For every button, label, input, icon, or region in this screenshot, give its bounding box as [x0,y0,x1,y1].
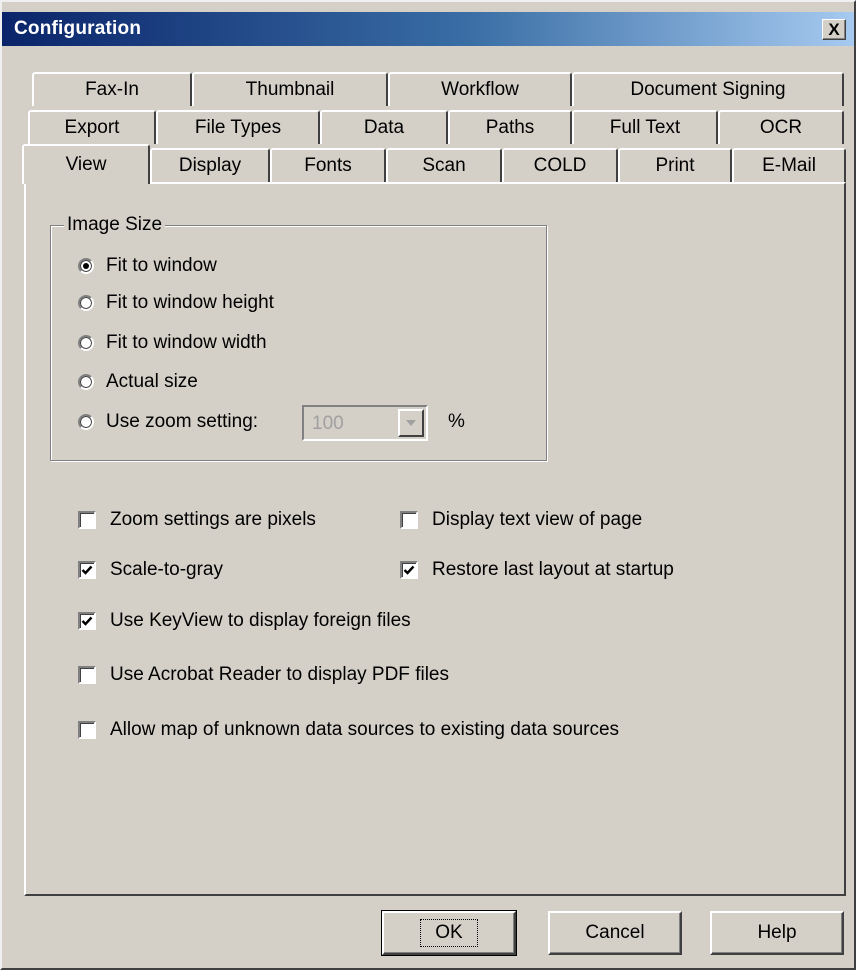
image-size-legend: Image Size [64,214,166,236]
checkmark-icon [403,565,415,575]
checkbox-label: Scale-to-gray [110,559,223,580]
tab-label: Print [655,155,695,176]
tab-paths[interactable]: Paths [448,110,572,144]
tab-label: OCR [759,117,803,138]
zoom-setting-combobox[interactable]: 100 [302,405,428,441]
close-icon: X [828,20,840,39]
radio-label: Fit to window [106,255,217,276]
checkbox-label: Display text view of page [432,509,643,530]
radio-label: Actual size [106,371,198,392]
tab-email[interactable]: E-Mail [732,148,846,182]
radio-selected-dot [83,263,89,269]
tab-thumbnail[interactable]: Thumbnail [192,72,388,106]
checkbox-label: Zoom settings are pixels [110,509,316,530]
checkbox-display-text-view[interactable]: Display text view of page [400,509,642,531]
tab-file-types[interactable]: File Types [156,110,320,144]
checkbox-label: Use Acrobat Reader to display PDF files [110,664,449,685]
cancel-button[interactable]: Cancel [548,911,682,955]
tab-fonts[interactable]: Fonts [270,148,386,182]
radio-button[interactable] [78,258,94,274]
configuration-dialog: Configuration X Fax-In Thumbnail Workflo… [0,0,856,970]
checkbox-map-unknown-data-sources[interactable]: Allow map of unknown data sources to exi… [78,719,619,741]
tab-label: File Types [194,117,282,138]
checkbox[interactable] [78,666,96,684]
tab-row-3: View Display Fonts Scan COLD Print E-Mai… [2,144,854,184]
checkmark-icon [81,565,93,575]
radio-label: Fit to window height [106,292,274,313]
tab-label: Export [64,117,120,138]
cancel-button-label: Cancel [585,922,645,943]
radio-button[interactable] [78,335,94,351]
tab-label: Workflow [441,79,519,100]
checkbox[interactable] [78,511,96,529]
radio-button[interactable] [78,374,94,390]
checkbox[interactable] [400,511,418,529]
checkbox-label: Use KeyView to display foreign files [110,610,411,631]
radio-actual-size[interactable]: Actual size [78,371,198,393]
window-title: Configuration [14,18,142,39]
tab-ocr[interactable]: OCR [718,110,844,144]
tab-row-1: Fax-In Thumbnail Workflow Document Signi… [2,72,854,106]
checkbox-acrobat-reader[interactable]: Use Acrobat Reader to display PDF files [78,664,449,686]
tab-label: COLD [533,155,587,176]
tab-export[interactable]: Export [28,110,156,144]
checkbox[interactable] [78,721,96,739]
radio-fit-to-window-width[interactable]: Fit to window width [78,332,267,354]
tab-label: View [65,154,107,175]
tab-display[interactable]: Display [150,148,270,182]
checkbox-label: Restore last layout at startup [432,559,674,580]
zoom-percent-label: % [448,411,465,432]
tab-view[interactable]: View [22,144,150,184]
tab-row-2: Export File Types Data Paths Full Text O… [2,110,854,144]
tab-label: Fonts [304,155,352,176]
tab-label: Scan [422,155,466,176]
radio-label: Fit to window width [106,332,267,353]
checkbox[interactable] [400,561,418,579]
checkbox-keyview[interactable]: Use KeyView to display foreign files [78,610,411,632]
checkbox-label: Allow map of unknown data sources to exi… [110,719,620,740]
help-button[interactable]: Help [710,911,844,955]
tab-label: Full Text [609,117,681,138]
tab-document-signing[interactable]: Document Signing [572,72,844,106]
radio-label: Use zoom setting: [106,411,259,432]
chevron-down-icon [406,420,416,426]
zoom-value: 100 [312,413,344,434]
tab-label: Paths [485,117,535,138]
tab-full-text[interactable]: Full Text [572,110,718,144]
tab-label: Document Signing [630,79,786,100]
help-button-label: Help [757,922,797,943]
zoom-dropdown-button[interactable] [398,409,424,437]
checkbox-scale-to-gray[interactable]: Scale-to-gray [78,559,223,581]
tab-workflow[interactable]: Workflow [388,72,572,106]
checkbox[interactable] [78,612,96,630]
tab-print[interactable]: Print [618,148,732,182]
radio-use-zoom-setting[interactable]: Use zoom setting: [78,411,258,433]
radio-button[interactable] [78,414,94,430]
ok-button-label: OK [420,919,478,947]
checkmark-icon [81,616,93,626]
tab-label: Thumbnail [245,79,335,100]
tab-label: Data [363,117,405,138]
checkbox-zoom-pixels[interactable]: Zoom settings are pixels [78,509,316,531]
radio-fit-to-window-height[interactable]: Fit to window height [78,292,274,314]
radio-fit-to-window[interactable]: Fit to window [78,255,217,277]
ok-button[interactable]: OK [381,910,517,956]
title-bar[interactable]: Configuration X [2,12,854,46]
close-button[interactable]: X [822,19,846,40]
tab-data[interactable]: Data [320,110,448,144]
tab-label: E-Mail [762,155,816,176]
tab-cold[interactable]: COLD [502,148,618,182]
checkbox-restore-layout[interactable]: Restore last layout at startup [400,559,674,581]
radio-button[interactable] [78,295,94,311]
tab-scan[interactable]: Scan [386,148,502,182]
tab-fax-in[interactable]: Fax-In [32,72,192,106]
checkbox[interactable] [78,561,96,579]
tab-label: Display [178,155,242,176]
tab-label: Fax-In [85,79,139,100]
